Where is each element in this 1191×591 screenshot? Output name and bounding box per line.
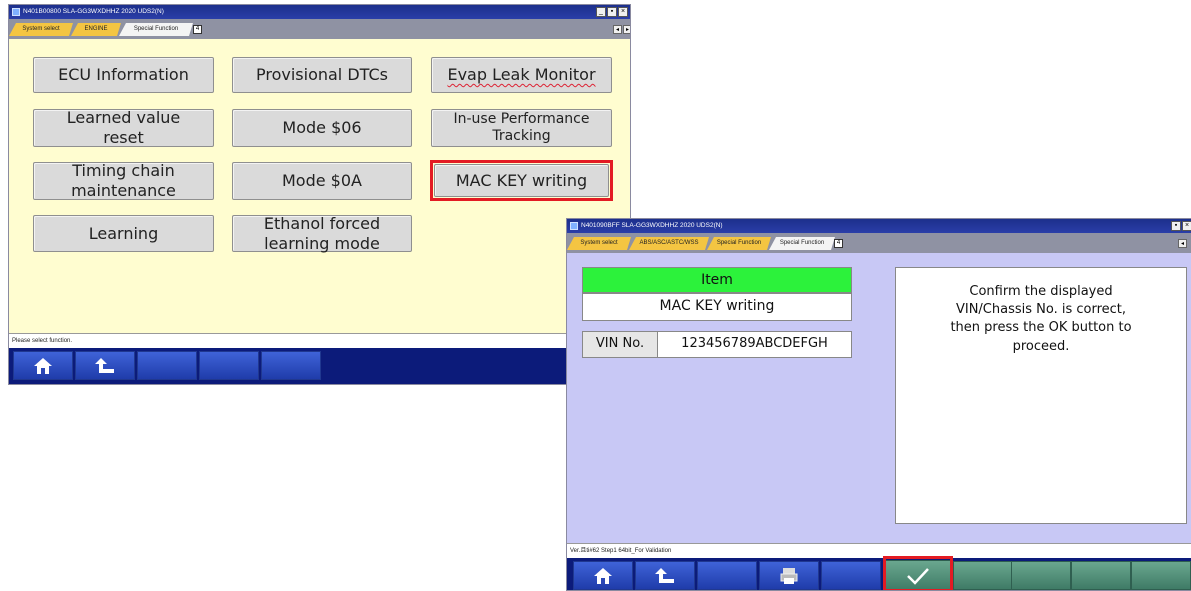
tab-count-badge[interactable]: 4 xyxy=(834,239,843,248)
ecu-function-window: N401B00800 SLA-GG3WXDHHZ 2020 UDS2(N) _ … xyxy=(8,4,631,385)
app-icon xyxy=(12,8,20,16)
button-label: ECU Information xyxy=(58,65,189,85)
ok-button-highlight xyxy=(883,556,953,590)
button-label: In-use Performance Tracking xyxy=(453,110,590,144)
mac-key-confirm-window: N401090BFF SLA-GG3WXDHHZ 2020 UDS2(N) ▪ … xyxy=(566,218,1191,591)
restore-button[interactable]: ▪ xyxy=(607,7,617,17)
tab-special-function[interactable]: Special Function xyxy=(119,23,193,36)
toolbar-slot-3[interactable] xyxy=(697,561,757,590)
tab-special-function-2[interactable]: Special Function xyxy=(769,237,835,250)
in-use-performance-tracking-button[interactable]: In-use Performance Tracking xyxy=(431,109,612,147)
tab-system-select[interactable]: System select xyxy=(9,23,73,36)
provisional-dtcs-button[interactable]: Provisional DTCs xyxy=(232,57,412,93)
back-icon xyxy=(95,357,114,373)
back-button[interactable] xyxy=(635,561,695,590)
tab-scroll-left-button[interactable]: ◂ xyxy=(1178,239,1187,248)
learning-button[interactable]: Learning xyxy=(33,215,214,252)
window-title-bar: N401090BFF SLA-GG3WXDHHZ 2020 UDS2(N) ▪ … xyxy=(567,219,1191,233)
instruction-panel: Confirm the displayed VIN/Chassis No. is… xyxy=(895,267,1187,524)
button-label: Timing chain maintenance xyxy=(71,161,176,200)
item-value: MAC KEY writing xyxy=(582,293,852,321)
tab-system-select[interactable]: System select xyxy=(567,237,631,250)
toolbar-slot-8[interactable] xyxy=(1011,561,1071,590)
mode-06-button[interactable]: Mode $06 xyxy=(232,109,412,147)
home-icon xyxy=(594,567,612,584)
toolbar-slot-9[interactable] xyxy=(1071,561,1131,590)
button-label: Provisional DTCs xyxy=(255,65,388,85)
window-title-bar: N401B00800 SLA-GG3WXDHHZ 2020 UDS2(N) _ … xyxy=(9,5,630,19)
button-label: Evap Leak Monitor xyxy=(447,65,596,85)
home-button[interactable] xyxy=(573,561,633,590)
tab-scroll-right-button[interactable]: ▸ xyxy=(623,25,630,34)
toolbar-slot-7[interactable] xyxy=(953,561,1013,590)
home-icon xyxy=(34,357,52,374)
print-button[interactable] xyxy=(759,561,819,590)
toolbar-slot-5[interactable] xyxy=(821,561,881,590)
minimize-button[interactable]: _ xyxy=(596,7,606,17)
button-label: Ethanol forced learning mode xyxy=(263,213,381,253)
button-label: Mode $0A xyxy=(282,171,362,191)
tab-abs-asc-astc-wss[interactable]: ABS/ASC/ASTC/WSS xyxy=(629,237,709,250)
back-button[interactable] xyxy=(75,351,135,380)
timing-chain-maintenance-button[interactable]: Timing chain maintenance xyxy=(33,161,214,200)
tab-engine[interactable]: ENGINE xyxy=(71,23,121,36)
restore-button[interactable]: ▪ xyxy=(1171,221,1181,231)
ecu-information-button[interactable]: ECU Information xyxy=(33,57,214,93)
button-label: Mode $06 xyxy=(282,118,362,138)
window-title: N401090BFF SLA-GG3WXDHHZ 2020 UDS2(N) xyxy=(581,222,723,229)
toolbar-slot-4[interactable] xyxy=(199,351,259,380)
window-title: N401B00800 SLA-GG3WXDHHZ 2020 UDS2(N) xyxy=(23,8,164,15)
close-button[interactable]: × xyxy=(1182,221,1191,231)
tab-scroll-left-button[interactable]: ◂ xyxy=(613,25,622,34)
instruction-text: Confirm the displayed VIN/Chassis No. is… xyxy=(950,284,1132,354)
tab-special-function-1[interactable]: Special Function xyxy=(707,237,771,250)
vin-label: VIN No. xyxy=(582,331,658,358)
print-icon xyxy=(780,567,798,584)
mode-0a-button[interactable]: Mode $0A xyxy=(232,162,412,200)
mac-key-writing-highlight xyxy=(430,160,613,201)
toolbar-slot-5[interactable] xyxy=(261,351,321,380)
tab-count-badge[interactable]: 4 xyxy=(193,25,202,34)
toolbar-slot-3[interactable] xyxy=(137,351,197,380)
bottom-toolbar xyxy=(567,558,1191,590)
ethanol-forced-learning-mode-button[interactable]: Ethanol forced learning mode xyxy=(232,213,412,253)
tab-bar: System select ABS/ASC/ASTC/WSS Special F… xyxy=(567,233,1191,253)
back-icon xyxy=(655,567,674,583)
home-button[interactable] xyxy=(13,351,73,380)
item-header: Item xyxy=(582,267,852,293)
evap-leak-monitor-button[interactable]: Evap Leak Monitor xyxy=(431,57,612,93)
status-bar: Ver.且ti#62 Step1 64bit_For Validation xyxy=(567,543,1191,558)
vin-value: 123456789ABCDEFGH xyxy=(658,331,852,358)
tab-bar: System select ENGINE Special Function 4 … xyxy=(9,19,630,39)
toolbar-slot-10[interactable] xyxy=(1131,561,1191,590)
button-label: Learned value reset xyxy=(66,108,181,147)
bottom-toolbar xyxy=(9,348,630,384)
button-label: Learning xyxy=(88,223,159,243)
status-bar: Please select function. xyxy=(9,333,630,348)
app-icon xyxy=(570,222,578,230)
close-button[interactable]: × xyxy=(618,7,628,17)
learned-value-reset-button[interactable]: Learned value reset xyxy=(33,108,214,147)
